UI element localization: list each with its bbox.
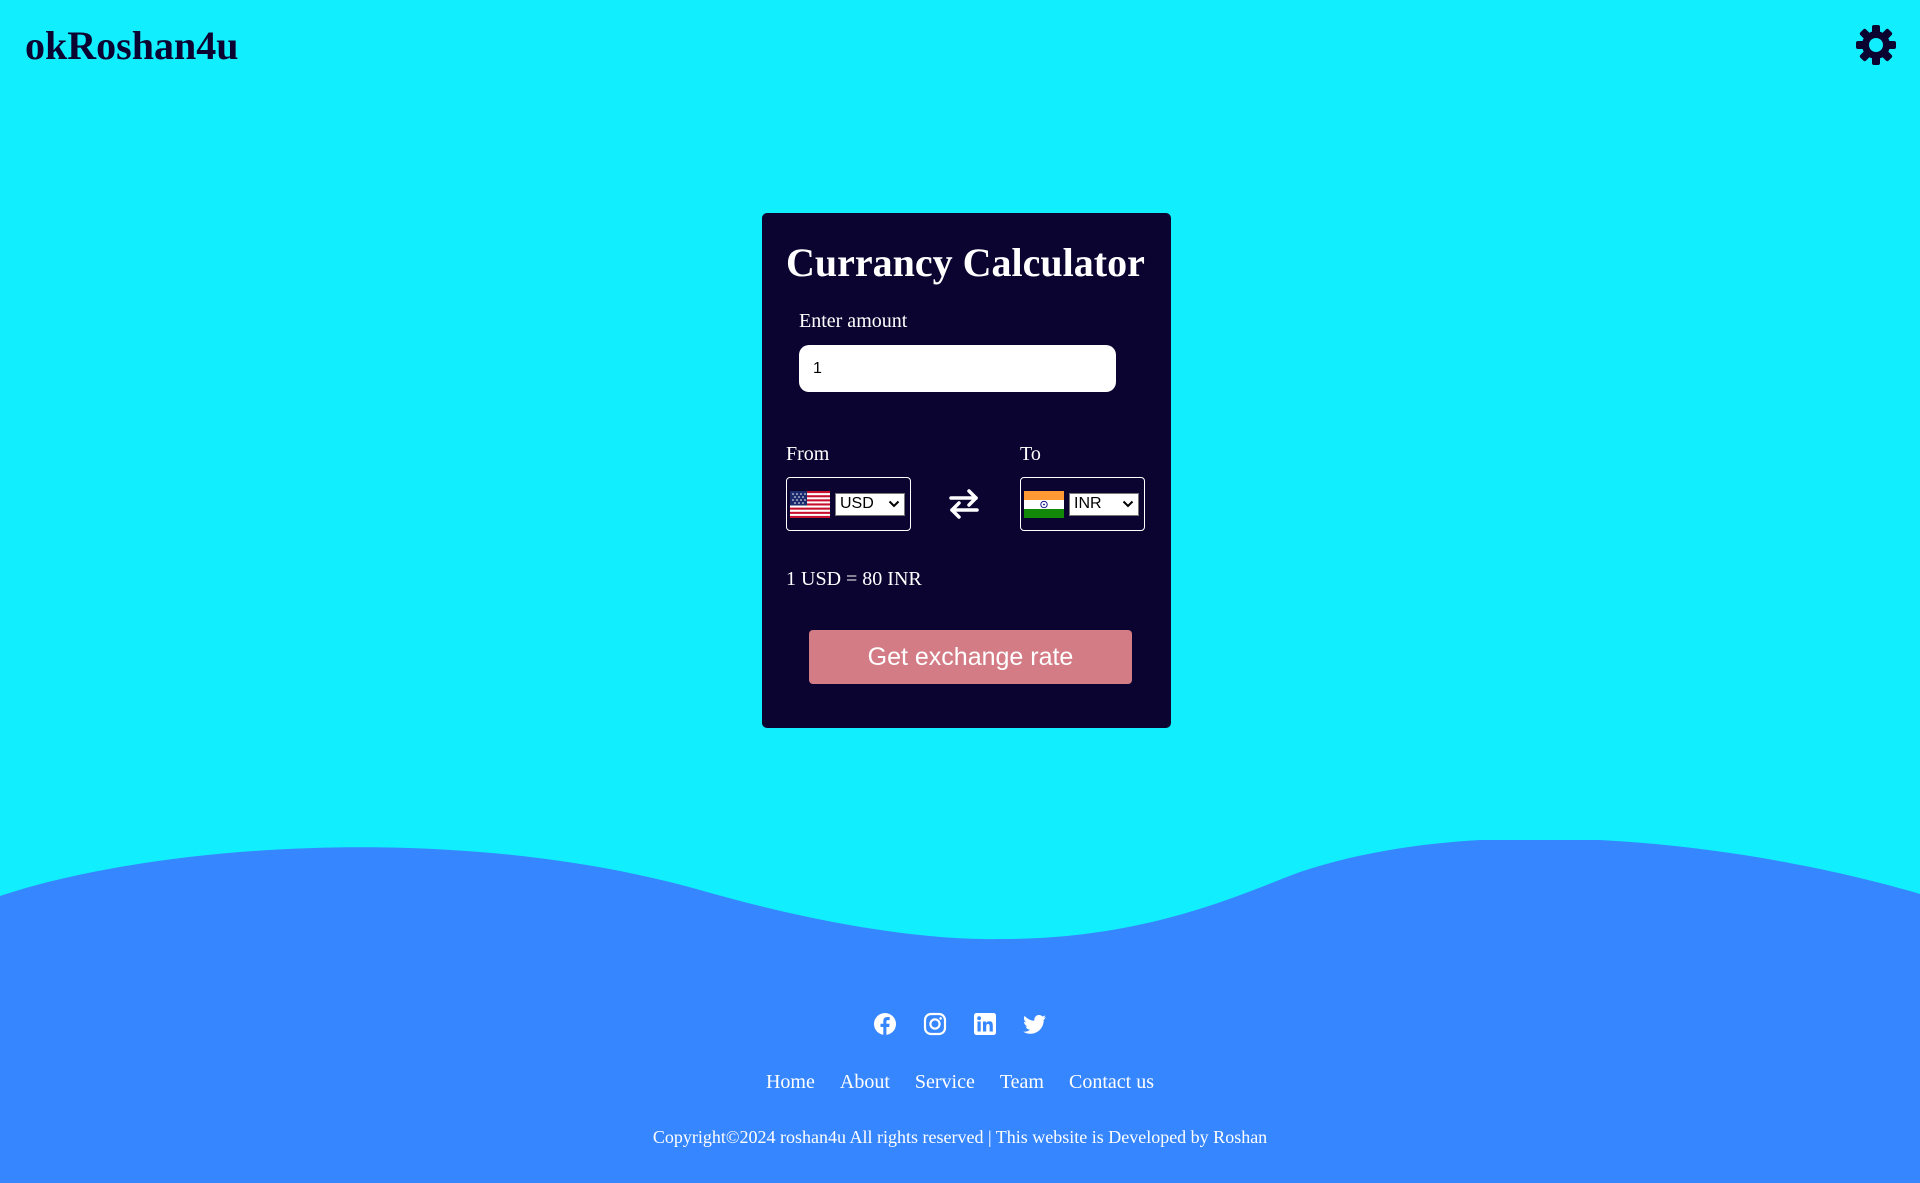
get-exchange-rate-button[interactable]: Get exchange rate [809,630,1132,684]
footer-link-home[interactable]: Home [766,1070,815,1094]
currency-calculator-card: Currancy Calculator Enter amount From To [762,213,1171,728]
footer-nav: Home About Service Team Contact us [0,1070,1920,1094]
footer-link-team[interactable]: Team [1000,1070,1044,1094]
exchange-rate-text: 1 USD = 80 INR [786,568,922,590]
copyright-text: Copyright©2024 roshan4u All rights reser… [652,1127,1268,1147]
footer-link-about[interactable]: About [840,1070,890,1094]
chevron-down-icon [888,500,900,508]
to-currency-value: INR [1074,495,1102,512]
facebook-icon[interactable] [873,1012,897,1036]
site-logo[interactable]: okRoshan4u [25,22,238,70]
calculator-title: Currancy Calculator [786,240,1145,285]
to-currency-box: INR [1020,477,1145,531]
to-label: To [1020,443,1041,465]
amount-label: Enter amount [799,310,908,332]
linkedin-icon[interactable] [973,1012,997,1036]
footer-link-contact[interactable]: Contact us [1069,1070,1154,1094]
page: okRoshan4u Currancy Calculator Enter amo… [0,0,1920,1183]
swap-arrows-icon[interactable] [948,488,980,520]
from-currency-value: USD [840,495,874,512]
us-flag-icon [790,490,830,518]
amount-input[interactable] [799,345,1116,392]
social-links [0,1012,1920,1036]
gear-icon[interactable] [1853,22,1899,68]
from-currency-select[interactable]: USD [835,492,905,516]
chevron-down-icon [1122,500,1134,508]
footer-link-service[interactable]: Service [915,1070,975,1094]
from-label: From [786,443,830,465]
instagram-icon[interactable] [923,1012,947,1036]
to-currency-select[interactable]: INR [1069,492,1139,516]
from-currency-box: USD [786,477,911,531]
india-flag-icon [1024,490,1064,518]
twitter-icon[interactable] [1023,1012,1047,1036]
